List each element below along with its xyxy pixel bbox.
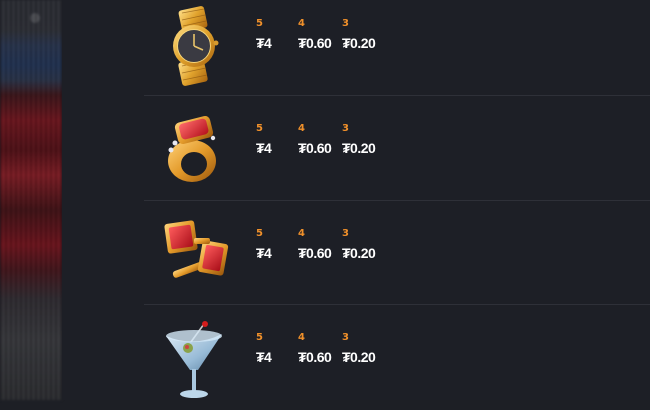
match-count: 4 bbox=[298, 18, 305, 29]
payout-amount: ₮4 bbox=[256, 349, 272, 365]
payout-amount: ₮0.60 bbox=[298, 140, 332, 156]
row-divider bbox=[144, 200, 650, 201]
payout-amount: ₮0.20 bbox=[342, 140, 376, 156]
ruby-ring-icon bbox=[154, 103, 234, 193]
background-dot bbox=[30, 13, 40, 23]
payout-amount: ₮0.60 bbox=[298, 35, 332, 51]
paytable-row: 5 ₮4 4 ₮0.60 3 ₮0.20 bbox=[144, 202, 650, 306]
payout-4-of-kind: 4 ₮0.60 bbox=[298, 123, 342, 156]
match-count: 5 bbox=[256, 18, 263, 29]
match-count: 4 bbox=[298, 332, 305, 343]
payout-3-of-kind: 3 ₮0.20 bbox=[342, 123, 386, 156]
payout-amount: ₮0.20 bbox=[342, 349, 376, 365]
payout-amount: ₮0.60 bbox=[298, 245, 332, 261]
payout-amount: ₮0.20 bbox=[342, 35, 376, 51]
payout-amount: ₮4 bbox=[256, 245, 272, 261]
row-divider bbox=[144, 304, 650, 305]
payout-5-of-kind: 5 ₮4 bbox=[256, 332, 300, 365]
match-count: 3 bbox=[342, 228, 349, 239]
match-count: 5 bbox=[256, 123, 263, 134]
payout-amount: ₮0.60 bbox=[298, 349, 332, 365]
payout-4-of-kind: 4 ₮0.60 bbox=[298, 332, 342, 365]
payout-5-of-kind: 5 ₮4 bbox=[256, 228, 300, 261]
payout-3-of-kind: 3 ₮0.20 bbox=[342, 228, 386, 261]
payout-amount: ₮4 bbox=[256, 140, 272, 156]
paytable-row: 5 ₮4 4 ₮0.60 3 ₮0.20 bbox=[144, 306, 650, 410]
payout-3-of-kind: 3 ₮0.20 bbox=[342, 332, 386, 365]
paytable-panel[interactable]: 5 ₮4 4 ₮0.60 3 ₮0.20 5 ₮4 4 ₮0.60 3 ₮0.2… bbox=[62, 0, 650, 400]
paytable-row: 5 ₮4 4 ₮0.60 3 ₮0.20 bbox=[144, 97, 650, 201]
payout-3-of-kind: 3 ₮0.20 bbox=[342, 18, 386, 51]
match-count: 3 bbox=[342, 123, 349, 134]
match-count: 3 bbox=[342, 332, 349, 343]
payout-5-of-kind: 5 ₮4 bbox=[256, 123, 300, 156]
match-count: 5 bbox=[256, 332, 263, 343]
gold-watch-icon bbox=[154, 0, 234, 88]
payout-4-of-kind: 4 ₮0.60 bbox=[298, 228, 342, 261]
martini-glass-icon bbox=[154, 312, 234, 402]
paytable-row: 5 ₮4 4 ₮0.60 3 ₮0.20 bbox=[144, 0, 650, 96]
payout-4-of-kind: 4 ₮0.60 bbox=[298, 18, 342, 51]
payout-amount: ₮4 bbox=[256, 35, 272, 51]
blurred-game-background bbox=[0, 0, 62, 400]
cufflinks-icon bbox=[154, 208, 234, 298]
match-count: 4 bbox=[298, 228, 305, 239]
payout-amount: ₮0.20 bbox=[342, 245, 376, 261]
match-count: 3 bbox=[342, 18, 349, 29]
payout-5-of-kind: 5 ₮4 bbox=[256, 18, 300, 51]
match-count: 5 bbox=[256, 228, 263, 239]
match-count: 4 bbox=[298, 123, 305, 134]
row-divider bbox=[144, 95, 650, 96]
